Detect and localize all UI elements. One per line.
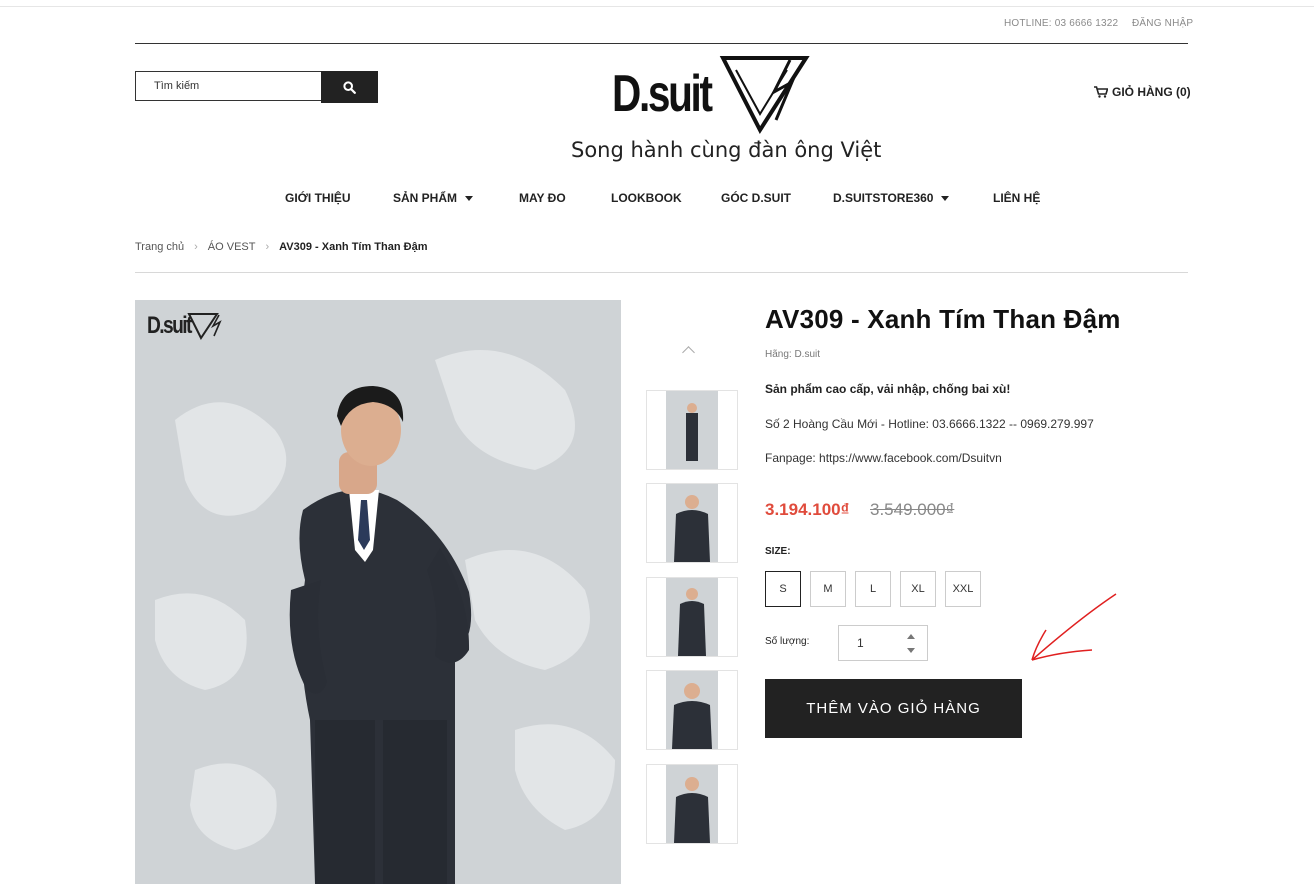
size-label: SIZE: — [765, 546, 791, 557]
nav-dsuit-corner[interactable]: GÓC D.SUIT — [721, 191, 791, 205]
fanpage-text: Fanpage: https://www.facebook.com/Dsuitv… — [765, 451, 1002, 465]
product-main-image[interactable]: D.suit — [135, 300, 621, 884]
chevron-down-icon — [465, 195, 474, 201]
add-to-cart-button[interactable]: THÊM VÀO GIỎ HÀNG — [765, 679, 1022, 738]
breadcrumb-category[interactable]: ÁO VEST — [208, 241, 256, 253]
breadcrumb-separator-icon: › — [265, 241, 270, 253]
thumbnail-image — [666, 765, 718, 843]
image-watermark-mark — [187, 313, 222, 340]
size-option-s[interactable]: S — [765, 571, 801, 607]
product-highlight: Sản phẩm cao cấp, vải nhập, chống bai xù… — [765, 382, 1011, 396]
nav-products[interactable]: SẢN PHẨM — [393, 191, 474, 205]
breadcrumb-divider — [135, 272, 1188, 273]
nav-label: MAY ĐO — [519, 191, 566, 205]
breadcrumb-current: AV309 - Xanh Tím Than Đậm — [279, 241, 428, 253]
header-divider — [135, 43, 1188, 44]
thumbnail-image — [666, 484, 718, 562]
thumbnail-image — [666, 578, 718, 656]
nav-tailoring[interactable]: MAY ĐO — [519, 191, 566, 205]
search-input[interactable] — [136, 72, 324, 100]
login-link[interactable]: ĐĂNG NHẬP — [1132, 18, 1193, 29]
cart-icon — [1094, 86, 1108, 98]
nav-label: GÓC D.SUIT — [721, 191, 792, 205]
nav-label: GIỚI THIỆU — [285, 191, 351, 205]
breadcrumb-home[interactable]: Trang chủ — [135, 241, 184, 253]
search-icon — [343, 80, 356, 94]
thumbnails-up-icon[interactable] — [682, 346, 695, 359]
nav-lookbook[interactable]: LOOKBOOK — [611, 191, 682, 205]
product-brand: Hãng: D.suit — [765, 349, 821, 360]
nav-label: SẢN PHẨM — [393, 191, 458, 205]
original-price: 3.549.000₫ — [870, 500, 955, 519]
product-thumbnail-3[interactable] — [646, 577, 738, 657]
sale-price: 3.194.100₫ — [765, 500, 850, 519]
store-address: Số 2 Hoàng Cầu Mới - Hotline: 03.6666.13… — [765, 417, 1094, 431]
size-option-xl[interactable]: XL — [900, 571, 936, 607]
product-thumbnail-5[interactable] — [646, 764, 738, 844]
red-arrow-annotation-icon — [1031, 593, 1117, 661]
logo-tagline: Song hành cùng đàn ông Việt — [571, 138, 882, 162]
nav-contact[interactable]: LIÊN HỆ — [993, 191, 1040, 205]
breadcrumb: Trang chủ › ÁO VEST › AV309 - Xanh Tím T… — [135, 241, 427, 253]
image-watermark-logo: D.suit — [147, 312, 192, 339]
nav-store360[interactable]: D.SUITSTORE360 — [833, 191, 950, 205]
product-thumbnail-4[interactable] — [646, 670, 738, 750]
chevron-down-icon — [941, 195, 950, 201]
nav-label: LOOKBOOK — [611, 191, 682, 205]
product-thumbnail-1[interactable] — [646, 390, 738, 470]
cart-label: GIỎ HÀNG (0) — [1112, 85, 1191, 99]
cart-link[interactable]: GIỎ HÀNG (0) — [1094, 85, 1191, 99]
quantity-stepper — [838, 625, 928, 661]
thumbnail-image — [666, 671, 718, 749]
increment-icon[interactable] — [907, 634, 915, 639]
quantity-label: Số lượng: — [765, 636, 810, 647]
hotline-text: HOTLINE: 03 6666 1322 — [1004, 18, 1119, 29]
breadcrumb-separator-icon: › — [194, 241, 198, 253]
decrement-icon[interactable] — [907, 648, 915, 653]
size-option-xxl[interactable]: XXL — [945, 571, 981, 607]
size-option-l[interactable]: L — [855, 571, 891, 607]
size-option-m[interactable]: M — [810, 571, 846, 607]
nav-label: D.SUITSTORE360 — [833, 191, 934, 205]
top-divider — [0, 6, 1314, 7]
product-thumbnail-2[interactable] — [646, 483, 738, 563]
nav-about[interactable]: GIỚI THIỆU — [285, 191, 351, 205]
product-photo — [135, 300, 621, 884]
search-field — [135, 71, 324, 101]
search-button[interactable] — [321, 71, 378, 103]
nav-label: LIÊN HỆ — [993, 191, 1041, 205]
thumbnail-image — [666, 391, 718, 469]
product-title: AV309 - Xanh Tím Than Đậm — [765, 304, 1121, 334]
